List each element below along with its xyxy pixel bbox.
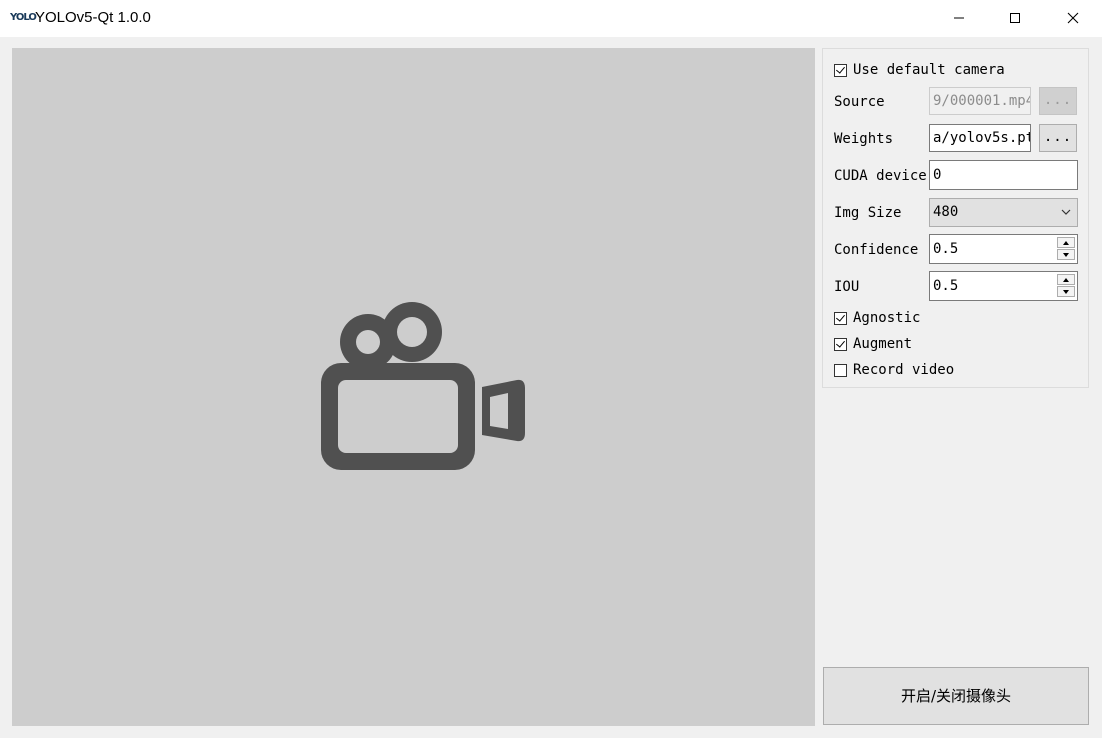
iou-decrement-button[interactable] bbox=[1057, 286, 1075, 297]
use-default-camera-checkbox[interactable]: Use default camera bbox=[834, 61, 1005, 79]
checkbox-checked-icon bbox=[834, 337, 847, 351]
iou-value: 0.5 bbox=[933, 278, 959, 294]
weights-input[interactable]: a/yolov5s.pt bbox=[929, 124, 1031, 152]
arrow-up-icon bbox=[1063, 277, 1069, 282]
weights-label: Weights bbox=[834, 131, 894, 147]
arrow-down-icon bbox=[1063, 289, 1069, 294]
confidence-spin-buttons bbox=[1057, 237, 1075, 261]
iou-increment-button[interactable] bbox=[1057, 274, 1075, 285]
iou-spin-buttons bbox=[1057, 274, 1075, 298]
video-display bbox=[12, 48, 815, 726]
chevron-down-icon bbox=[1061, 209, 1071, 215]
toggle-camera-button[interactable]: 开启/关闭摄像头 bbox=[823, 667, 1089, 725]
arrow-down-icon bbox=[1063, 252, 1069, 257]
close-button[interactable] bbox=[1050, 0, 1096, 36]
arrow-up-icon bbox=[1063, 240, 1069, 245]
confidence-spinbox[interactable]: 0.5 bbox=[929, 234, 1078, 264]
source-input[interactable]: 9/000001.mp4 bbox=[929, 87, 1031, 115]
cuda-device-input[interactable]: 0 bbox=[929, 160, 1078, 190]
source-label: Source bbox=[834, 94, 885, 110]
confidence-decrement-button[interactable] bbox=[1057, 249, 1075, 260]
augment-label: Augment bbox=[853, 336, 913, 352]
source-browse-button[interactable]: ... bbox=[1039, 87, 1077, 115]
img-size-label: Img Size bbox=[834, 205, 902, 221]
cuda-device-label: CUDA device bbox=[834, 168, 927, 184]
agnostic-label: Agnostic bbox=[853, 310, 921, 326]
window-title: YOLOv5-Qt 1.0.0 bbox=[35, 9, 151, 26]
checkbox-unchecked-icon bbox=[834, 363, 847, 377]
use-default-camera-label: Use default camera bbox=[853, 62, 1005, 78]
weights-browse-button[interactable]: ... bbox=[1039, 124, 1077, 152]
title-bar: YOLO YOLOv5-Qt 1.0.0 bbox=[0, 0, 1102, 37]
checkbox-checked-icon bbox=[834, 63, 847, 77]
confidence-value: 0.5 bbox=[933, 241, 959, 257]
img-size-value: 480 bbox=[933, 204, 959, 220]
confidence-label: Confidence bbox=[834, 242, 919, 258]
close-icon bbox=[1067, 12, 1079, 24]
confidence-increment-button[interactable] bbox=[1057, 237, 1075, 248]
minimize-button[interactable] bbox=[936, 0, 982, 36]
iou-spinbox[interactable]: 0.5 bbox=[929, 271, 1078, 301]
img-size-select[interactable]: 480 bbox=[929, 198, 1078, 227]
app-logo: YOLO bbox=[10, 12, 37, 23]
iou-label: IOU bbox=[834, 279, 860, 295]
checkbox-checked-icon bbox=[834, 311, 847, 325]
maximize-button[interactable] bbox=[992, 0, 1038, 36]
agnostic-checkbox[interactable]: Agnostic bbox=[834, 309, 920, 327]
record-video-checkbox[interactable]: Record video bbox=[834, 361, 954, 379]
augment-checkbox[interactable]: Augment bbox=[834, 335, 912, 353]
maximize-icon bbox=[1010, 13, 1020, 23]
minimize-icon bbox=[954, 17, 964, 19]
record-video-label: Record video bbox=[853, 362, 955, 378]
video-camera-icon bbox=[321, 302, 525, 470]
